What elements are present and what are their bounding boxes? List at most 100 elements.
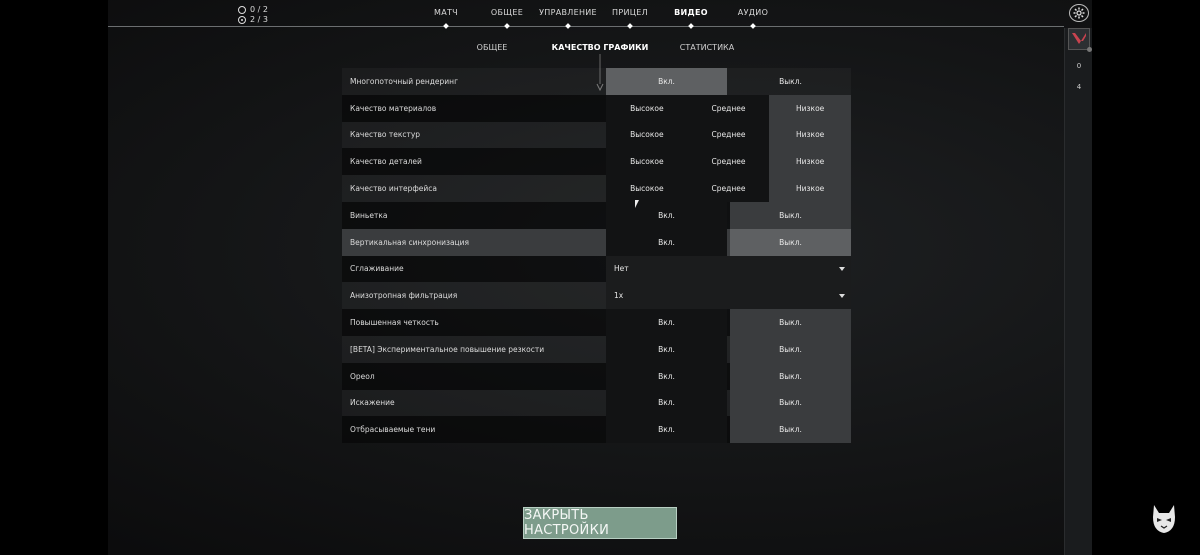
setting-options: Высокое Среднее Низкое	[606, 175, 852, 202]
setting-row: Многопоточный рендеринг Вкл. Выкл.	[342, 68, 851, 95]
letterbox-left	[0, 0, 108, 555]
setting-label: Анизотропная фильтрация	[350, 291, 458, 301]
tab-audio[interactable]: АУДИО	[738, 8, 768, 17]
setting-label: Отбрасываемые тени	[350, 425, 436, 435]
setting-options: Вкл. Выкл.	[606, 201, 851, 229]
option-button[interactable]: Вкл.	[606, 416, 727, 444]
setting-options: Вкл. Выкл.	[606, 335, 851, 363]
option-button[interactable]: Низкое	[769, 121, 852, 149]
setting-label: Многопоточный рендеринг	[350, 76, 459, 86]
setting-options: Высокое Среднее Низкое	[606, 121, 852, 149]
option-button[interactable]: Среднее	[687, 148, 770, 176]
option-button[interactable]: Высокое	[606, 175, 688, 202]
option-button[interactable]: Выкл.	[730, 362, 851, 390]
option-button[interactable]: Выкл.	[730, 228, 851, 256]
setting-label: Вертикальная синхронизация	[350, 237, 470, 247]
option-button[interactable]: Высокое	[606, 121, 688, 149]
setting-dropdown[interactable]: 1x	[606, 282, 851, 310]
player-card[interactable]	[1068, 28, 1092, 52]
setting-options: Вкл. Выкл.	[606, 309, 851, 336]
chevron-down-icon	[839, 293, 845, 298]
setting-row: Качество интерфейса Высокое Среднее Низкое	[342, 175, 852, 202]
option-button[interactable]: Выкл.	[730, 389, 851, 417]
party-panel: 0 4	[1064, 28, 1092, 555]
setting-label: Качество интерфейса	[350, 184, 437, 194]
option-button[interactable]: Вкл.	[606, 362, 727, 390]
setting-row: Качество деталей Высокое Среднее Низкое	[342, 148, 852, 176]
setting-row: Качество текстур Высокое Среднее Низкое	[342, 121, 852, 149]
option-button[interactable]: Среднее	[687, 94, 770, 122]
setting-row: Искажение Вкл. Выкл.	[342, 389, 851, 417]
option-button[interactable]: Вкл.	[606, 68, 727, 95]
option-button[interactable]: Низкое	[769, 148, 852, 176]
letterbox-right	[1092, 0, 1200, 555]
setting-row: Повышенная четкость Вкл. Выкл.	[342, 309, 851, 336]
tab-video[interactable]: ВИДЕО	[674, 8, 708, 17]
option-button[interactable]: Выкл.	[730, 68, 851, 95]
setting-row: Сглаживание Нет	[342, 255, 851, 283]
option-button[interactable]: Выкл.	[730, 335, 851, 363]
setting-row: Анизотропная фильтрация 1x	[342, 282, 851, 310]
setting-label: Качество деталей	[350, 157, 422, 167]
setting-options: Вкл. Выкл.	[606, 228, 851, 256]
tab-match[interactable]: МАТЧ	[434, 8, 458, 17]
setting-label: Качество материалов	[350, 103, 437, 113]
option-button[interactable]: Вкл.	[606, 335, 727, 363]
gear-icon[interactable]	[1069, 4, 1089, 22]
option-button[interactable]: Вкл.	[606, 201, 727, 229]
tab-indicator	[504, 23, 510, 29]
setting-row: Вертикальная синхронизация Вкл. Выкл.	[342, 228, 851, 256]
status-dot	[1087, 47, 1092, 52]
setting-label: Качество текстур	[350, 130, 421, 140]
dropdown-value: Нет	[614, 264, 629, 274]
option-button[interactable]: Вкл.	[606, 309, 727, 336]
graphics-settings-table: Многопоточный рендеринг Вкл. Выкл. Качество…	[342, 68, 852, 444]
option-button[interactable]: Выкл.	[730, 309, 851, 336]
cat-mascot-icon	[1153, 505, 1175, 533]
setting-row: Виньетка Вкл. Выкл.	[342, 201, 851, 229]
option-button[interactable]: Вкл.	[606, 389, 727, 417]
setting-options: Высокое Среднее Низкое	[606, 94, 852, 122]
top-nav: МАТЧ ОБЩЕЕ УПРАВЛЕНИЕ ПРИЦЕЛ ВИДЕО АУДИО	[0, 0, 1200, 29]
mouse-cursor-icon	[635, 200, 639, 208]
setting-label: Ореол	[350, 371, 375, 381]
party-count: 4	[1076, 83, 1082, 91]
setting-options: Вкл. Выкл.	[606, 389, 851, 417]
option-button[interactable]: Высокое	[606, 94, 688, 122]
setting-dropdown[interactable]: Нет	[606, 255, 851, 283]
tab-indicator	[688, 23, 694, 29]
option-button[interactable]: Низкое	[769, 94, 852, 122]
tab-indicator	[750, 23, 756, 29]
nav-divider	[108, 26, 1064, 27]
setting-options: Вкл. Выкл.	[606, 362, 851, 390]
option-button[interactable]: Низкое	[769, 175, 852, 202]
tab-indicator	[443, 23, 449, 29]
setting-label: [BETA] Экспериментальное повышение резко…	[350, 344, 545, 354]
option-button[interactable]: Среднее	[687, 121, 770, 149]
setting-row: Отбрасываемые тени Вкл. Выкл.	[342, 416, 851, 444]
setting-label: Повышенная четкость	[350, 318, 439, 328]
option-button[interactable]: Выкл.	[730, 201, 851, 229]
option-button[interactable]: Вкл.	[606, 228, 727, 256]
gear-glyph	[1073, 7, 1085, 19]
setting-label: Искажение	[350, 398, 395, 408]
subtab-general[interactable]: ОБЩЕЕ	[477, 43, 508, 52]
setting-row: Качество материалов Высокое Среднее Низкое	[342, 94, 852, 122]
tab-indicator	[627, 23, 633, 29]
option-button[interactable]: Среднее	[687, 175, 770, 202]
subtab-statistics[interactable]: СТАТИСТИКА	[680, 43, 734, 52]
setting-row: Ореол Вкл. Выкл.	[342, 362, 851, 390]
dropdown-value: 1x	[614, 291, 624, 301]
subtab-graphics-quality[interactable]: КАЧЕСТВО ГРАФИКИ	[552, 43, 649, 52]
tab-general[interactable]: ОБЩЕЕ	[491, 8, 523, 17]
option-button[interactable]: Высокое	[606, 148, 688, 176]
setting-options: Вкл. Выкл.	[606, 68, 851, 95]
tab-controls[interactable]: УПРАВЛЕНИЕ	[539, 8, 597, 17]
option-button[interactable]: Выкл.	[730, 416, 851, 444]
setting-label: Виньетка	[350, 210, 388, 220]
setting-options: Высокое Среднее Низкое	[606, 148, 852, 176]
tab-indicator	[565, 23, 571, 29]
tab-crosshair[interactable]: ПРИЦЕЛ	[612, 8, 648, 17]
close-settings-button[interactable]: ЗАКРЫТЬ НАСТРОЙКИ	[523, 507, 677, 539]
party-count: 0	[1076, 62, 1082, 70]
